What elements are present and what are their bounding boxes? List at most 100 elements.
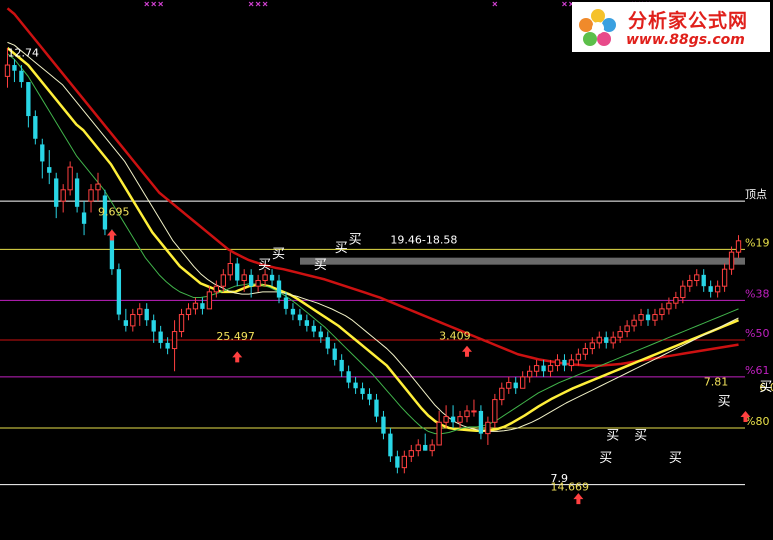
candle-body	[714, 285, 721, 293]
candle-body	[429, 444, 435, 452]
candle-body	[249, 274, 254, 287]
price-annotation: 19.46-18.58	[390, 234, 457, 247]
buy-label: 买	[634, 428, 647, 443]
candle-body	[74, 178, 80, 207]
candle-body	[40, 144, 45, 162]
candle-body	[19, 70, 24, 83]
candle-body	[33, 116, 38, 139]
candle-body	[610, 336, 616, 344]
candle-body	[457, 416, 463, 423]
candle-body	[290, 308, 296, 315]
candle-body	[506, 382, 512, 389]
candle-body	[262, 274, 268, 282]
candle-body	[395, 456, 400, 468]
candle-body	[415, 444, 421, 452]
candle-body	[624, 325, 630, 333]
level-label: %38	[745, 287, 769, 300]
buy-label: 买	[272, 247, 285, 262]
candle-body	[478, 410, 484, 434]
stock-chart: 顶点%19%38%50%61%80 12.749.69525.49719.46-…	[0, 0, 773, 540]
level-label: %61	[745, 364, 769, 377]
site-logo: 分析家公式网 www.88gs.com	[572, 2, 770, 52]
candle-body	[81, 212, 87, 224]
price-annotation: 14.669	[551, 480, 590, 493]
candle-body	[652, 314, 658, 321]
candle-body	[582, 348, 589, 355]
candle-body	[728, 251, 735, 270]
candle-body	[708, 286, 713, 292]
candle-body	[443, 416, 449, 423]
candle-body	[26, 82, 31, 117]
level-label: %50	[745, 327, 769, 340]
candle-body	[575, 353, 582, 361]
candle-body	[645, 314, 651, 321]
buy-label: 买	[669, 451, 682, 466]
candle-body	[735, 240, 742, 253]
price-annotation: 25.497	[216, 330, 255, 343]
candle-body	[541, 365, 546, 372]
buy-label: 买	[599, 451, 612, 466]
candle-body	[60, 189, 66, 202]
candle-body	[151, 320, 156, 332]
candle-body	[666, 302, 672, 310]
candle-body	[520, 376, 526, 389]
candle-body	[631, 319, 637, 327]
candle-body	[241, 274, 247, 282]
chart-background	[0, 0, 773, 540]
price-annotation: 12.74	[7, 47, 39, 60]
candle-body	[88, 189, 94, 202]
buy-label: 买	[606, 428, 619, 443]
candle-body	[171, 331, 178, 350]
candle-body	[12, 65, 17, 71]
candle-body	[165, 342, 170, 349]
candle-body	[116, 269, 122, 315]
candle-body	[471, 410, 477, 413]
buy-label: 买	[349, 233, 362, 248]
candle-body	[269, 274, 275, 281]
candle-body	[144, 308, 149, 321]
buy-label: 买	[314, 258, 327, 273]
candle-body	[533, 365, 540, 372]
candle-body	[67, 166, 73, 191]
level-label: %19	[745, 236, 769, 249]
level-label: 顶点	[745, 188, 767, 201]
candle-body	[206, 291, 213, 310]
candle-body	[492, 399, 498, 423]
candle-body	[325, 337, 330, 349]
buy-label: 买	[759, 380, 772, 395]
candle-body	[680, 285, 686, 299]
price-annotation: 3.409	[439, 329, 471, 342]
candle-body	[360, 388, 365, 394]
candle-body	[408, 450, 414, 457]
logo-name: 分析家公式网	[628, 10, 749, 32]
candle-body	[367, 393, 372, 400]
candle-body	[353, 382, 358, 389]
candle-body	[123, 320, 128, 326]
candle-body	[95, 183, 101, 191]
candle-body	[213, 285, 220, 293]
buy-label: 买	[258, 258, 271, 273]
candle-body	[638, 314, 644, 321]
candle-body	[694, 274, 700, 282]
candle-body	[283, 297, 289, 309]
candle-body	[227, 263, 233, 276]
candle-body	[659, 308, 665, 316]
candle-body	[604, 337, 609, 343]
candle-body	[526, 370, 533, 378]
candle-body	[423, 444, 428, 451]
candle-body	[701, 274, 706, 287]
candle-body	[311, 325, 316, 332]
candle-body	[568, 359, 575, 367]
gray-band	[300, 257, 745, 265]
candle-body	[4, 64, 11, 77]
candle-body	[255, 280, 261, 287]
candle-body	[235, 263, 240, 281]
candle-body	[178, 314, 185, 333]
buy-label: 买	[335, 241, 348, 256]
candle-body	[499, 387, 505, 401]
candle-body	[464, 410, 470, 418]
candle-body	[276, 280, 282, 298]
candle-body	[401, 455, 407, 469]
candle-body	[617, 331, 623, 338]
candle-body	[562, 359, 567, 366]
